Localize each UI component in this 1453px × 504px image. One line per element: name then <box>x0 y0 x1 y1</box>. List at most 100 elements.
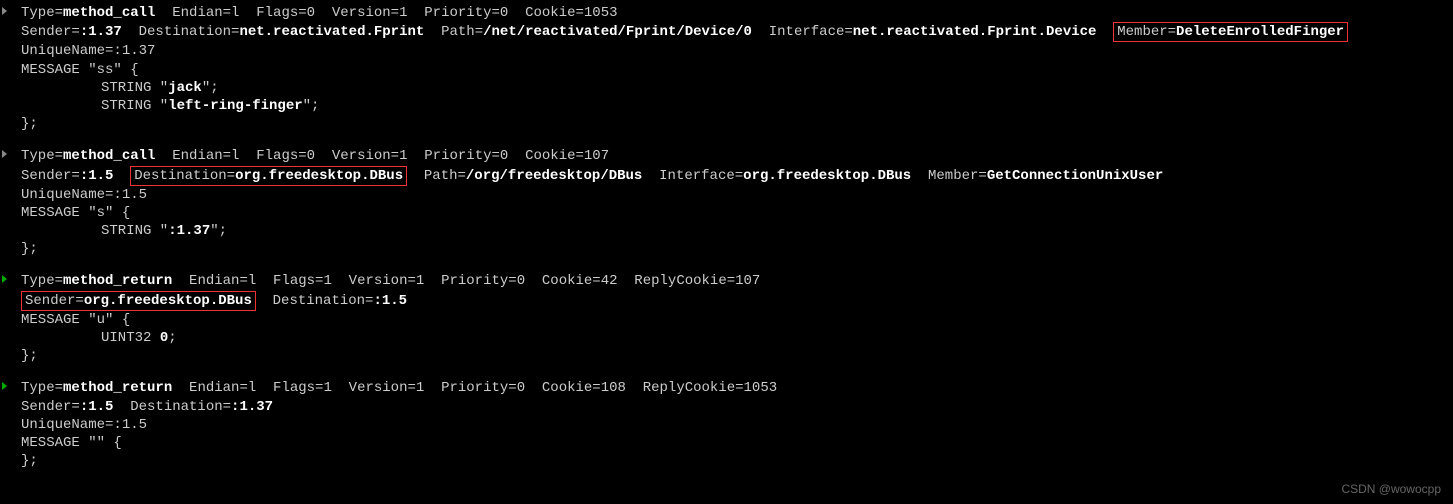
text-span: Type= <box>21 273 63 289</box>
text-span: Destination= <box>113 399 231 415</box>
text-span: Interface= <box>642 168 743 184</box>
text-span: MESSAGE "s" { <box>21 205 130 221</box>
text-span: }; <box>21 453 38 469</box>
text-span: Sender= <box>25 293 84 309</box>
message-header2-line: Sender=:1.5 Destination=:1.37 <box>0 398 1453 416</box>
text-span: Interface= <box>752 24 853 40</box>
text-span: /net/reactivated/Fprint/Device/0 <box>483 24 752 40</box>
text-span: Member= <box>1117 24 1176 40</box>
message-header2-line: Sender=org.freedesktop.DBus Destination=… <box>0 291 1453 311</box>
text-span: left-ring-finger <box>168 98 302 114</box>
text-span: DeleteEnrolledFinger <box>1176 24 1344 40</box>
text-span: }; <box>21 116 38 132</box>
text-span: method_call <box>63 148 155 164</box>
message-header-line: Type=method_return Endian=l Flags=1 Vers… <box>0 272 1453 290</box>
text-span: "; <box>210 223 227 239</box>
text-span: }; <box>21 241 38 257</box>
watermark: CSDN @wowocpp <box>1341 482 1441 498</box>
text-span: :1.37 <box>168 223 210 239</box>
expand-marker-icon[interactable] <box>2 382 7 390</box>
message-body-line: MESSAGE "ss" { <box>0 61 1453 79</box>
message-body-line: UniqueName=:1.5 <box>0 416 1453 434</box>
text-span: Type= <box>21 148 63 164</box>
text-span: Endian=l Flags=0 Version=1 Priority=0 Co… <box>155 148 609 164</box>
text-span: /org/freedesktop/DBus <box>466 168 642 184</box>
text-span: 0 <box>160 330 168 346</box>
message-body-line: }; <box>0 240 1453 258</box>
text-span: Sender= <box>21 168 80 184</box>
message-body-line: STRING ":1.37"; <box>0 222 1453 240</box>
text-span: net.reactivated.Fprint <box>239 24 424 40</box>
text-span: method_call <box>63 5 155 21</box>
text-span: STRING " <box>101 223 168 239</box>
text-span: Sender= <box>21 399 80 415</box>
text-span: org.freedesktop.DBus <box>84 293 252 309</box>
message-body-line: MESSAGE "u" { <box>0 311 1453 329</box>
text-span: :1.5 <box>80 168 114 184</box>
text-span: Sender= <box>21 24 80 40</box>
text-span: }; <box>21 348 38 364</box>
message-body-line: }; <box>0 115 1453 133</box>
text-span: MESSAGE "" { <box>21 435 122 451</box>
expand-marker-icon[interactable] <box>2 275 7 283</box>
expand-marker-icon[interactable] <box>2 7 7 15</box>
text-span: net.reactivated.Fprint.Device <box>853 24 1097 40</box>
text-span: Destination= <box>256 293 374 309</box>
dbus-message: Type=method_return Endian=l Flags=1 Vers… <box>0 379 1453 470</box>
text-span: jack <box>168 80 202 96</box>
text-span: method_return <box>63 380 172 396</box>
message-header-line: Type=method_call Endian=l Flags=0 Versio… <box>0 4 1453 22</box>
text-span: method_return <box>63 273 172 289</box>
message-body-line: MESSAGE "s" { <box>0 204 1453 222</box>
text-span: STRING " <box>101 80 168 96</box>
dbus-monitor-output: Type=method_call Endian=l Flags=0 Versio… <box>0 4 1453 470</box>
text-span: GetConnectionUnixUser <box>987 168 1163 184</box>
text-span: Path= <box>407 168 466 184</box>
message-body-line: STRING "left-ring-finger"; <box>0 97 1453 115</box>
highlight-box: Sender=org.freedesktop.DBus <box>21 291 256 311</box>
text-span: :1.5 <box>80 399 114 415</box>
text-span: Endian=l Flags=1 Version=1 Priority=0 Co… <box>172 380 777 396</box>
text-span: Path= <box>424 24 483 40</box>
message-header2-line: Sender=:1.5 Destination=org.freedesktop.… <box>0 166 1453 186</box>
text-span: Member= <box>911 168 987 184</box>
text-span: Endian=l Flags=0 Version=1 Priority=0 Co… <box>155 5 617 21</box>
text-span: Type= <box>21 5 63 21</box>
message-body-line: MESSAGE "" { <box>0 434 1453 452</box>
text-span: ; <box>168 330 176 346</box>
text-span: org.freedesktop.DBus <box>743 168 911 184</box>
text-span: UniqueName=:1.5 <box>21 417 147 433</box>
text-span: :1.37 <box>231 399 273 415</box>
text-span: UniqueName=:1.37 <box>21 43 155 59</box>
dbus-message: Type=method_call Endian=l Flags=0 Versio… <box>0 4 1453 133</box>
message-body-line: UniqueName=:1.37 <box>0 42 1453 60</box>
text-span: :1.37 <box>80 24 122 40</box>
text-span <box>1096 24 1113 40</box>
message-header-line: Type=method_call Endian=l Flags=0 Versio… <box>0 147 1453 165</box>
message-header-line: Type=method_return Endian=l Flags=1 Vers… <box>0 379 1453 397</box>
text-span: :1.5 <box>373 293 407 309</box>
dbus-message: Type=method_call Endian=l Flags=0 Versio… <box>0 147 1453 258</box>
message-body-line: }; <box>0 347 1453 365</box>
text-span: Type= <box>21 380 63 396</box>
dbus-message: Type=method_return Endian=l Flags=1 Vers… <box>0 272 1453 365</box>
highlight-box: Destination=org.freedesktop.DBus <box>130 166 407 186</box>
text-span: UniqueName=:1.5 <box>21 187 147 203</box>
text-span: Endian=l Flags=1 Version=1 Priority=0 Co… <box>172 273 760 289</box>
text-span: STRING " <box>101 98 168 114</box>
message-body-line: }; <box>0 452 1453 470</box>
text-span: Destination= <box>122 24 240 40</box>
expand-marker-icon[interactable] <box>2 150 7 158</box>
message-body-line: STRING "jack"; <box>0 79 1453 97</box>
text-span: org.freedesktop.DBus <box>235 168 403 184</box>
text-span: Destination= <box>134 168 235 184</box>
message-header2-line: Sender=:1.37 Destination=net.reactivated… <box>0 22 1453 42</box>
text-span: "; <box>303 98 320 114</box>
highlight-box: Member=DeleteEnrolledFinger <box>1113 22 1348 42</box>
message-body-line: UINT32 0; <box>0 329 1453 347</box>
text-span <box>113 168 130 184</box>
text-span: MESSAGE "u" { <box>21 312 130 328</box>
text-span: "; <box>202 80 219 96</box>
message-body-line: UniqueName=:1.5 <box>0 186 1453 204</box>
text-span: MESSAGE "ss" { <box>21 62 139 78</box>
